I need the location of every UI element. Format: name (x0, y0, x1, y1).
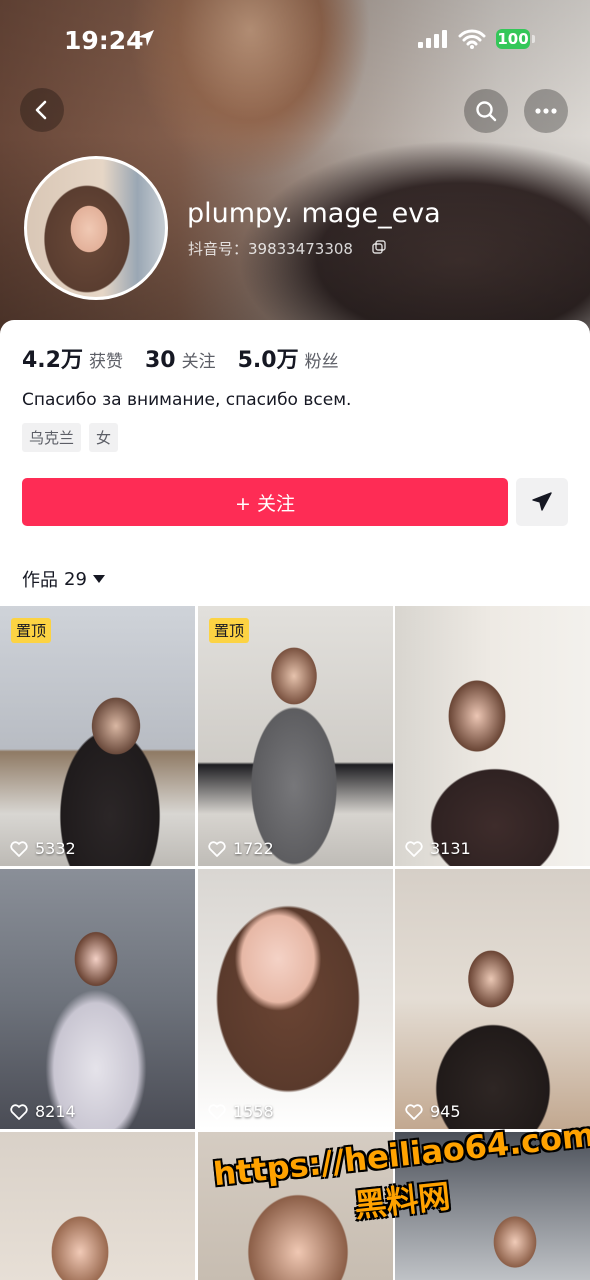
stat-label: 获赞 (88, 352, 123, 372)
works-tab[interactable]: 作品 29 (22, 566, 105, 592)
like-count: 3131 (405, 839, 471, 858)
chevron-left-icon (35, 100, 47, 120)
heart-icon (10, 840, 28, 857)
like-count-value: 945 (430, 1102, 461, 1121)
search-icon (476, 101, 497, 122)
like-count: 1558 (208, 1102, 274, 1121)
stats-row: 4.2万 获赞 30 关注 5.0万 粉丝 (22, 342, 339, 374)
like-count-value: 1722 (233, 839, 274, 858)
wifi-icon (458, 29, 486, 49)
tag-list: 乌克兰 女 (22, 423, 119, 452)
heart-icon (405, 1103, 423, 1120)
like-count: 1722 (208, 839, 274, 858)
send-icon (532, 492, 552, 511)
tag-gender: 女 (89, 423, 119, 452)
caret-down-icon (92, 575, 105, 583)
like-count-value: 3131 (430, 839, 471, 858)
heart-icon (10, 1103, 28, 1120)
follow-button[interactable]: + 关注 (22, 478, 508, 526)
video-thumbnail[interactable]: 8214 (0, 869, 195, 1129)
search-button[interactable] (464, 89, 508, 133)
copy-icon[interactable] (372, 240, 386, 254)
stat-following[interactable]: 30 关注 (145, 347, 216, 373)
video-thumbnail[interactable]: 945 (395, 869, 590, 1129)
battery-tip (532, 35, 535, 43)
like-count-value: 1558 (233, 1102, 274, 1121)
like-count-value: 5332 (35, 839, 76, 858)
stat-likes[interactable]: 4.2万 获赞 (22, 342, 123, 374)
heart-icon (405, 840, 423, 857)
stat-followers[interactable]: 5.0万 粉丝 (238, 342, 339, 374)
video-thumbnail[interactable] (0, 1132, 195, 1280)
like-count: 945 (405, 1102, 461, 1121)
share-button[interactable] (516, 478, 568, 526)
status-bar: 19:24 100 (0, 0, 590, 80)
more-dots-icon (535, 108, 557, 114)
video-thumbnail[interactable]: 1558 (198, 869, 393, 1129)
pinned-badge: 置顶 (11, 618, 52, 643)
like-count-value: 8214 (35, 1102, 76, 1121)
status-time: 19:24 (64, 26, 144, 55)
works-count: 29 (64, 568, 87, 590)
like-count: 8214 (10, 1102, 76, 1121)
like-count: 5332 (10, 839, 76, 858)
username: plumpy. mage_eva (187, 198, 441, 229)
cellular-signal-icon (418, 30, 447, 48)
more-options-button[interactable] (524, 89, 568, 133)
video-thumbnail[interactable]: 3131 (395, 606, 590, 866)
tag-location: 乌克兰 (22, 423, 82, 452)
douyin-id: 抖音号：39833473308 (188, 240, 353, 258)
location-arrow-icon (138, 30, 154, 46)
stat-value: 4.2万 (22, 348, 83, 373)
video-thumbnail[interactable]: 置顶 1722 (198, 606, 393, 866)
battery-indicator: 100 (496, 29, 530, 49)
avatar[interactable] (24, 156, 168, 300)
works-label: 作品 (22, 570, 58, 591)
heart-icon (208, 840, 226, 857)
stat-label: 粉丝 (304, 352, 339, 372)
stat-value: 30 (144, 348, 176, 373)
stat-label: 关注 (181, 352, 216, 372)
video-thumbnail[interactable]: 置顶 5332 (0, 606, 195, 866)
back-button[interactable] (20, 88, 64, 132)
bio-text: Спасибо за внимание, спасибо всем. (22, 390, 352, 410)
heart-icon (208, 1103, 226, 1120)
stat-value: 5.0万 (237, 348, 299, 373)
profile-banner: 19:24 100 plumpy. mage_eva 抖音号：398334733… (0, 0, 590, 340)
pinned-badge: 置顶 (209, 618, 250, 643)
